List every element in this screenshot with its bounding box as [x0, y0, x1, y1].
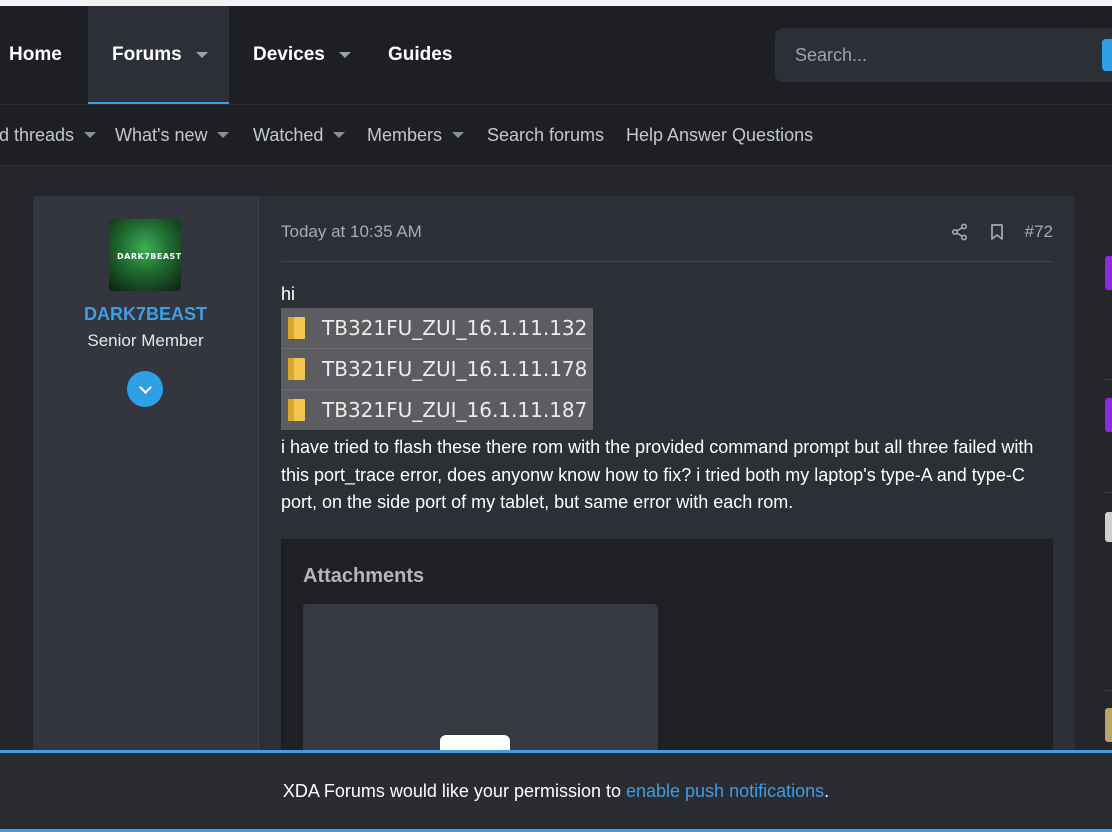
sidebar-divider — [1105, 690, 1112, 691]
subnav-item-label: Members — [367, 124, 443, 145]
post-number-link[interactable]: #72 — [1025, 222, 1053, 242]
subnav-item-label: Help Answer Questions — [626, 124, 814, 145]
nav-tab-home[interactable]: Home — [9, 6, 62, 104]
nav-tab-guides[interactable]: Guides — [388, 6, 452, 104]
sidebar-heading-fragment — [1105, 198, 1112, 212]
sidebar-divider — [1105, 379, 1112, 380]
nav-tab-forums-label: Forums — [112, 44, 182, 65]
post-greeting: hi — [281, 284, 296, 304]
chevron-down-icon[interactable] — [452, 132, 465, 138]
folder-icon — [288, 399, 305, 421]
subnav-item-members[interactable]: Members — [367, 105, 465, 165]
subnav-item-label: Search forums — [487, 124, 605, 145]
folder-list-image: TB321FU_ZUI_16.1.11.132 TB321FU_ZUI_16.1… — [281, 308, 593, 430]
user-title: Senior Member — [87, 331, 204, 350]
folder-row: TB321FU_ZUI_16.1.11.187 — [281, 390, 593, 430]
post-body-text: i have tried to flash these there rom wi… — [281, 437, 1034, 512]
nav-tab-forums[interactable]: Forums — [88, 6, 229, 105]
subnav-item-label: d threads — [0, 124, 75, 145]
subnav-item-watched[interactable]: Watched — [253, 105, 346, 165]
post-header-divider — [281, 261, 1053, 262]
banner-text: XDA Forums would like your permission to — [282, 780, 626, 801]
subnav-item-whats-new[interactable]: What's new — [115, 105, 230, 165]
attachments-title: Attachments — [303, 565, 425, 587]
chevron-down-icon[interactable] — [217, 132, 230, 138]
subnav-item-label: Watched — [253, 124, 324, 145]
avatar-logo-text: DARK7BEAST — [117, 252, 181, 261]
post-user-column: DARK7BEAST DARK7BEAST Senior Member — [33, 196, 259, 756]
search-box[interactable] — [775, 28, 1112, 82]
subnav-item-help-answer-questions[interactable]: Help Answer Questions — [626, 105, 813, 165]
post-date[interactable]: Today at 10:35 AM — [281, 222, 422, 242]
bookmark-icon[interactable] — [989, 223, 1005, 241]
sidebar-thumbnail[interactable] — [1105, 708, 1112, 742]
banner-suffix: . — [824, 780, 830, 801]
nav-tab-home-label: Home — [9, 44, 62, 65]
push-notification-banner: XDA Forums would like your permission to… — [0, 750, 1112, 832]
sidebar-thumbnail[interactable] — [1105, 256, 1112, 290]
sub-navbar: d threads What's new Watched Members Sea… — [0, 104, 1112, 166]
folder-icon — [288, 358, 305, 380]
share-icon[interactable] — [951, 223, 969, 241]
search-button[interactable] — [1102, 39, 1112, 71]
main-navbar: Home Forums Devices Guides — [0, 6, 1112, 105]
sidebar-divider — [1105, 492, 1112, 493]
sidebar-thumbnail[interactable] — [1105, 398, 1112, 432]
forum-post: DARK7BEAST DARK7BEAST Senior Member Toda… — [33, 196, 1075, 756]
attachments-section: Attachments — [281, 539, 1053, 756]
username-link[interactable]: DARK7BEAST — [33, 304, 258, 325]
enable-push-notifications-link[interactable]: enable push notifications — [626, 781, 824, 802]
expand-user-info-button[interactable] — [127, 371, 163, 407]
nav-tab-devices[interactable]: Devices — [253, 6, 351, 104]
folder-name: TB321FU_ZUI_16.1.11.178 — [322, 357, 588, 381]
post-actions: #72 — [951, 222, 1053, 242]
search-input[interactable] — [793, 43, 1077, 67]
subnav-item-search-forums[interactable]: Search forums — [487, 105, 604, 165]
chevron-down-icon[interactable] — [84, 132, 97, 138]
folder-name: TB321FU_ZUI_16.1.11.132 — [322, 316, 588, 340]
attachment-thumbnail[interactable] — [303, 604, 658, 756]
folder-row: TB321FU_ZUI_16.1.11.132 — [281, 308, 593, 349]
nav-tab-guides-label: Guides — [388, 44, 453, 65]
folder-name: TB321FU_ZUI_16.1.11.187 — [322, 398, 588, 422]
chevron-down-icon[interactable] — [338, 52, 351, 58]
nav-tab-devices-label: Devices — [253, 44, 325, 65]
folder-icon — [288, 317, 305, 339]
sidebar-thumbnail[interactable] — [1105, 512, 1112, 542]
subnav-item-threads[interactable]: d threads — [0, 105, 97, 165]
chevron-down-icon[interactable] — [195, 52, 208, 58]
folder-row: TB321FU_ZUI_16.1.11.178 — [281, 349, 593, 390]
subnav-item-label: What's new — [115, 124, 208, 145]
chevron-down-icon — [138, 380, 152, 394]
avatar[interactable]: DARK7BEAST — [109, 219, 181, 291]
chevron-down-icon[interactable] — [333, 132, 346, 138]
